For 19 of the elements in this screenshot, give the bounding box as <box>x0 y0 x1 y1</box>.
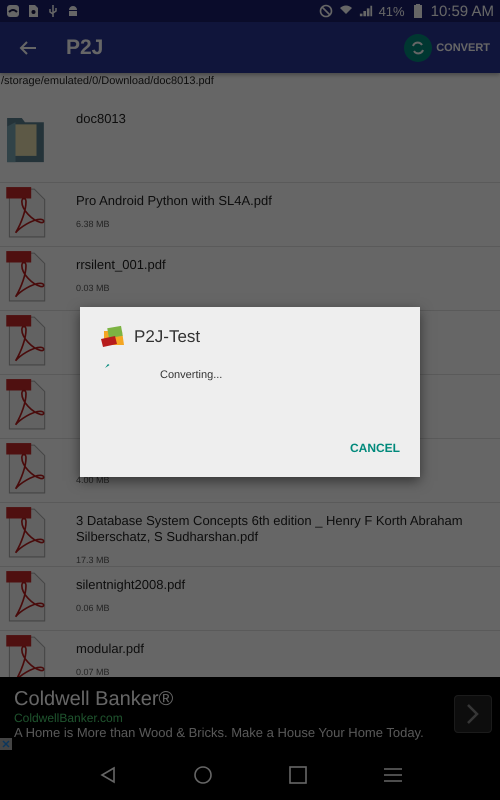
file-size: 6.38 MB <box>76 219 111 229</box>
ad-description: A Home is More than Wood & Bricks. Make a House Your Home Today. <box>14 724 425 740</box>
file-size: 0.07 MB <box>76 667 111 677</box>
file-name: 3 Database System Concepts 6th edition _ Henry F Korth Abraham Silberschatz, S Sudharshan.pdf <box>76 513 464 545</box>
file-name: Pro Android Python with SL4A.pdf <box>76 193 272 209</box>
ad-title: Coldwell Banker® <box>14 688 174 710</box>
file-size: 0.06 MB <box>76 603 111 613</box>
file-size: 0.03 MB <box>76 283 111 293</box>
battery-percent: 41% <box>378 4 405 18</box>
dialog-title: P2J-Test <box>134 327 200 347</box>
app-title: P2J <box>66 36 104 60</box>
file-path: /storage/emulated/0/Download/doc8013.pdf <box>0 74 215 89</box>
file-size: 17.3 MB <box>76 555 111 565</box>
clock: 10:59 AM <box>430 2 494 20</box>
file-name: modular.pdf <box>76 641 144 657</box>
file-name: silentnight2008.pdf <box>76 577 186 593</box>
file-name: doc8013 <box>76 110 126 126</box>
file-name: rrsilent_001.pdf <box>76 257 166 273</box>
dialog-message: Converting... <box>160 369 222 381</box>
